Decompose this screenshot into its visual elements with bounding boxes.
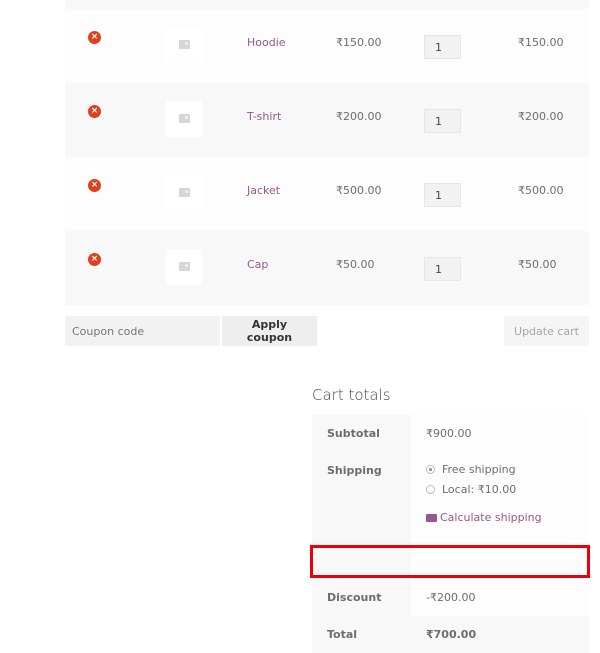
table-row: × T-shirt ₹200.00 ₹200.00 [65,83,589,157]
subtotal-row: Subtotal ₹900.00 [312,415,589,452]
image-placeholder-icon [179,40,190,49]
product-thumbnail[interactable] [166,101,202,137]
cart-totals-title: Cart totals [312,386,391,404]
product-name-link[interactable]: T-shirt [247,110,281,123]
shipping-options: Free shipping Local: ₹10.00 Calculate sh… [411,452,589,579]
remove-item-icon[interactable]: × [88,179,101,192]
product-price: ₹150.00 [336,36,382,49]
discount-label: Discount [312,579,411,616]
product-subtotal: ₹200.00 [518,110,564,123]
radio-selected[interactable] [426,464,435,474]
total-row: Total ₹700.00 [312,616,589,653]
product-name-link[interactable]: Cap [247,258,268,271]
shipping-option-label: Local: ₹10.00 [442,482,517,496]
quantity-input[interactable] [424,35,461,59]
product-name-link[interactable]: Hoodie [247,36,286,49]
quantity-input[interactable] [424,109,461,133]
product-thumbnail[interactable] [166,175,202,211]
product-price: ₹200.00 [336,110,382,123]
quantity-input[interactable] [424,257,461,281]
product-subtotal: ₹50.00 [518,258,557,271]
table-row: × Jacket ₹500.00 ₹500.00 [65,157,589,231]
discount-value: -₹200.00 [411,579,589,616]
shipping-label: Shipping [312,452,411,579]
quantity-input[interactable] [424,183,461,207]
shipping-row: Shipping Free shipping Local: ₹10.00 Cal… [312,452,589,579]
cart-actions: Apply coupon Update cart [65,316,589,346]
radio-unselected[interactable] [426,484,435,494]
shipping-option-label: Free shipping [442,462,516,476]
table-row: × Cap ₹50.00 ₹50.00 [65,231,589,305]
product-name-link[interactable]: Jacket [247,184,280,197]
shipping-option-local[interactable]: Local: ₹10.00 [426,479,589,499]
image-placeholder-icon [179,114,190,123]
product-price: ₹500.00 [336,184,382,197]
remove-item-icon[interactable]: × [88,31,101,44]
table-header [65,0,589,9]
total-label: Total [312,616,411,653]
image-placeholder-icon [179,262,190,271]
product-thumbnail[interactable] [166,27,202,63]
table-row: × Hoodie ₹150.00 ₹150.00 [65,9,589,83]
truck-icon [426,513,437,522]
apply-coupon-button[interactable]: Apply coupon [222,316,317,346]
product-price: ₹50.00 [336,258,375,271]
calculate-shipping-label: Calculate shipping [440,511,542,524]
image-placeholder-icon [179,188,190,197]
discount-row: Discount -₹200.00 [312,579,589,616]
remove-item-icon[interactable]: × [88,105,101,118]
remove-item-icon[interactable]: × [88,253,101,266]
shipping-option-free[interactable]: Free shipping [426,459,589,479]
update-cart-button[interactable]: Update cart [504,316,589,346]
cart-table: × Hoodie ₹150.00 ₹150.00 × T-shirt ₹200.… [65,0,589,305]
total-value: ₹700.00 [411,616,589,653]
subtotal-label: Subtotal [312,415,411,452]
product-subtotal: ₹150.00 [518,36,564,49]
calculate-shipping-link[interactable]: Calculate shipping [426,511,589,524]
cart-totals-table: Subtotal ₹900.00 Shipping Free shipping … [312,415,589,653]
coupon-code-input[interactable] [65,316,220,346]
subtotal-value: ₹900.00 [411,415,589,452]
product-thumbnail[interactable] [166,249,202,285]
product-subtotal: ₹500.00 [518,184,564,197]
